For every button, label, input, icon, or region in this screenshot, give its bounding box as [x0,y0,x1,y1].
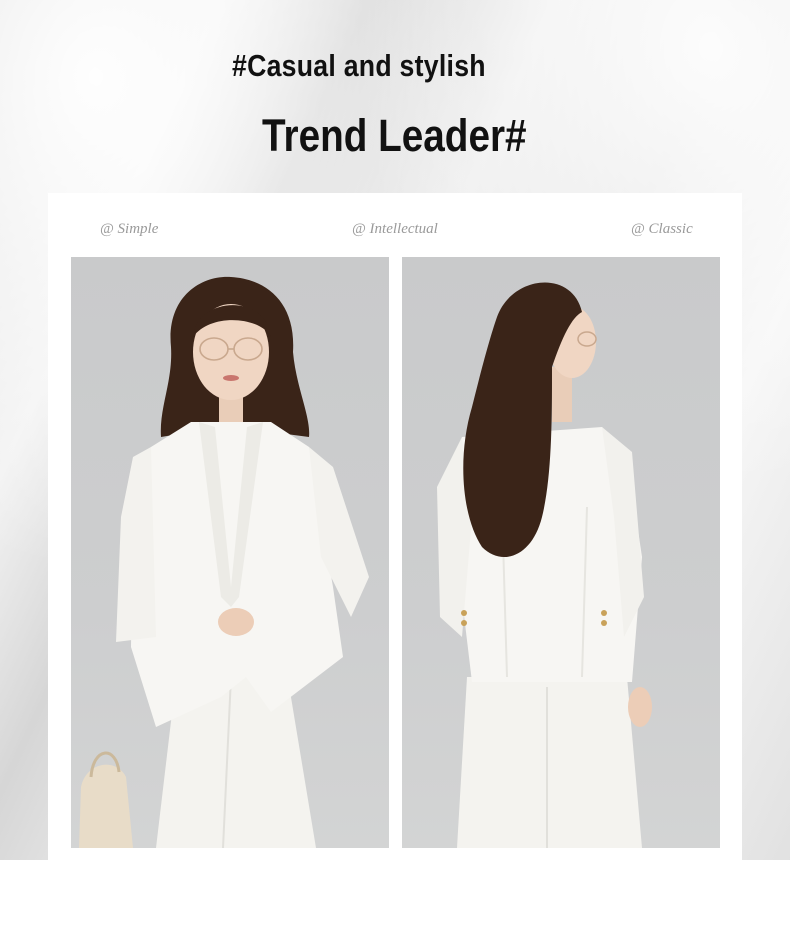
photo-front-view [71,257,389,848]
headline-casual: #Casual and stylish [232,48,486,83]
headline-trend: Trend Leader# [262,110,527,161]
tag-simple: @ Simple [100,221,159,237]
photo-back-view [402,257,720,848]
model-back-illustration [437,282,652,848]
model-front-illustration [79,276,369,848]
tag-classic: @ Classic [631,221,693,237]
tag-intellectual: @ Intellectual [352,221,438,237]
bottom-whitespace [0,860,790,950]
